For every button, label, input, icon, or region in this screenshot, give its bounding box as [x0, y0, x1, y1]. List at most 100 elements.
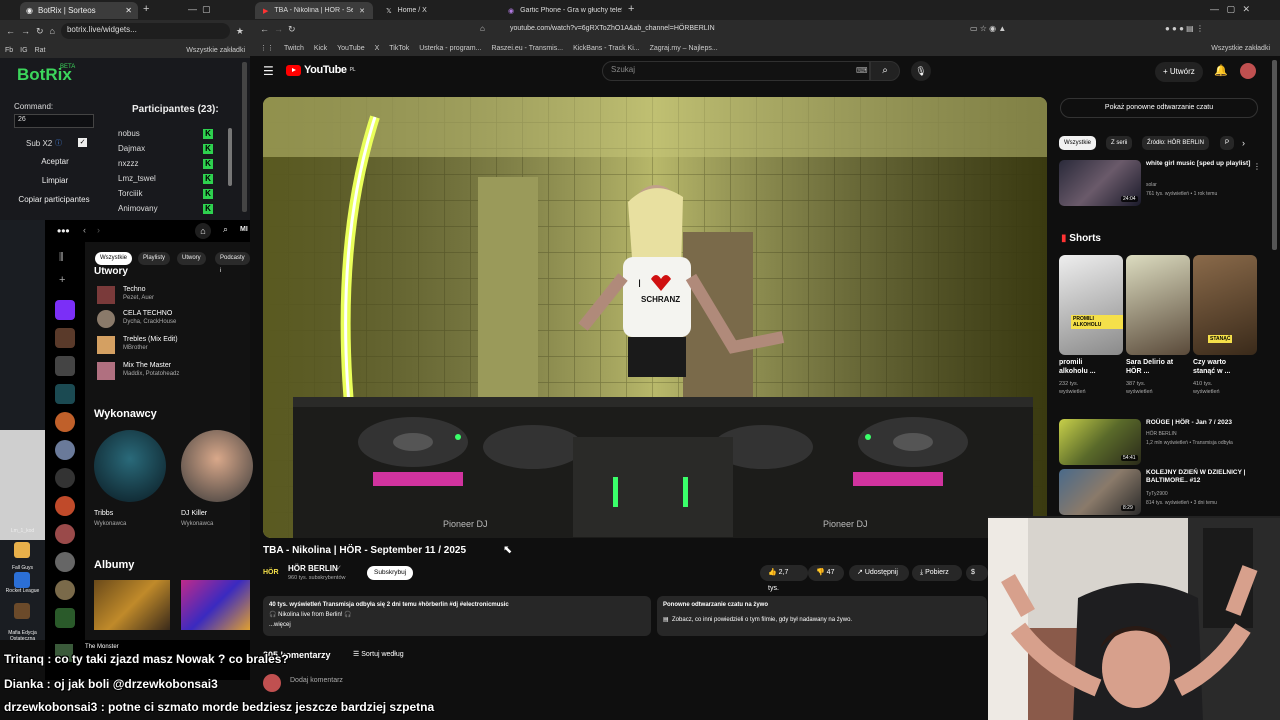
recommended-video[interactable]: 54:41 ROÜGE | HÖR - Jan 7 / 2023 HÖR BER…: [1059, 419, 1269, 467]
sub-x2-checkbox[interactable]: ✓: [78, 138, 87, 147]
forward-icon[interactable]: →: [21, 26, 30, 36]
new-tab-icon[interactable]: +: [628, 3, 634, 15]
search-button[interactable]: ⌕: [870, 61, 900, 81]
accept-button[interactable]: Aceptar: [12, 154, 98, 170]
youtube-logo[interactable]: YouTube PL: [286, 64, 356, 76]
url-field[interactable]: youtube.com/watch?v=6gRXToZhO1A&ab_chann…: [498, 23, 918, 38]
search-icon[interactable]: ⌕: [223, 224, 228, 235]
fall-guys-icon[interactable]: [14, 542, 30, 558]
short-thumbnail[interactable]: STANĄĆ: [1193, 255, 1257, 355]
close-icon[interactable]: ✕: [359, 7, 365, 15]
library-item[interactable]: [55, 440, 75, 460]
home-icon[interactable]: ⌂: [195, 223, 211, 239]
library-item[interactable]: [55, 412, 75, 432]
chip-playlists[interactable]: Playlisty: [138, 252, 171, 265]
bookmark-usterka[interactable]: Usterka - program...: [419, 45, 481, 52]
back-icon[interactable]: ←: [6, 26, 15, 36]
library-item[interactable]: [55, 608, 75, 628]
page-scrollbar[interactable]: [1272, 60, 1277, 250]
bookmark-youtube[interactable]: YouTube: [337, 45, 365, 52]
album-cover[interactable]: [94, 580, 170, 630]
tab-youtube[interactable]: ▶ TBA - Nikolina | HÖR - Septe ✕: [255, 2, 373, 19]
artist-avatar[interactable]: [94, 430, 166, 502]
back-icon[interactable]: ←: [260, 24, 269, 34]
reload-icon[interactable]: ↻: [288, 24, 296, 35]
show-more-link[interactable]: ...więcej: [269, 620, 645, 630]
thanks-button[interactable]: $: [966, 565, 988, 581]
chip-series[interactable]: Z serii: [1106, 136, 1133, 150]
command-input[interactable]: 26: [14, 114, 94, 128]
chip-source[interactable]: Źródło: HÖR BERLIN: [1142, 136, 1210, 150]
chip-all[interactable]: Wszystkie: [95, 252, 132, 265]
video-player[interactable]: I SCHRANZ Pioneer DJ Pioneer DJ: [263, 97, 1047, 538]
sort-button[interactable]: ☰ Sortuj według: [353, 650, 404, 658]
mafia-icon[interactable]: [14, 603, 30, 619]
bookmark-ig[interactable]: IG: [20, 47, 27, 54]
channel-name[interactable]: HÖR BERLIN: [288, 564, 338, 573]
bookmark-tiktok[interactable]: TikTok: [389, 45, 409, 52]
chip-songs[interactable]: Utwory: [177, 252, 206, 265]
download-button[interactable]: ⤓ Pobierz: [912, 565, 962, 581]
bookmark-page-icon[interactable]: ⌂: [480, 24, 485, 33]
copy-participants-button[interactable]: Copiar participantes: [12, 192, 96, 208]
window-controls[interactable]: — ▢ ✕: [1210, 4, 1250, 15]
rocket-league-icon[interactable]: [14, 572, 30, 588]
library-item[interactable]: [55, 552, 75, 572]
bookmark-raszei[interactable]: Raszei.eu - Transmis...: [491, 45, 563, 52]
library-item[interactable]: [55, 524, 75, 544]
chip-all[interactable]: Wszystkie: [1059, 136, 1096, 150]
close-icon[interactable]: ✕: [125, 6, 132, 15]
url-field[interactable]: botrix.live/widgets...: [60, 23, 230, 39]
window-controls[interactable]: — ▢: [188, 4, 211, 15]
participants-scrollbar[interactable]: [228, 128, 232, 186]
library-item[interactable]: [55, 580, 75, 600]
toolbar-icons[interactable]: ● ● ● ▤ ⋮: [1165, 24, 1204, 33]
short-thumbnail[interactable]: [1126, 255, 1190, 355]
more-icon[interactable]: ⋮: [1253, 162, 1261, 171]
bookmark-kick[interactable]: Kick: [314, 45, 327, 52]
artist-avatar[interactable]: [181, 430, 253, 502]
channel-logo[interactable]: HÖR: [263, 566, 283, 580]
add-icon[interactable]: +: [59, 274, 65, 286]
bookmark-all[interactable]: Wszystkie zakładki: [1211, 45, 1270, 52]
panel-scrollbar[interactable]: [242, 62, 247, 212]
bookmark-all[interactable]: Wszystkie zakładki: [186, 47, 245, 54]
recommended-video[interactable]: 24:04 white girl music [sped up playlist…: [1059, 160, 1269, 208]
mic-button[interactable]: 🎙: [911, 61, 931, 81]
album-cover[interactable]: [181, 580, 250, 630]
short-thumbnail[interactable]: PROMILI ALKOHOLU: [1059, 255, 1123, 355]
add-comment-input[interactable]: Dodaj komentarz: [290, 677, 343, 684]
avatar[interactable]: [1240, 63, 1256, 79]
forward-icon[interactable]: →: [274, 24, 283, 34]
forward-icon[interactable]: ›: [97, 225, 100, 235]
more-icon[interactable]: •••: [57, 224, 70, 238]
library-item[interactable]: [55, 384, 75, 404]
search-input[interactable]: Szukaj: [602, 61, 870, 81]
clear-button[interactable]: Limpiar: [12, 173, 98, 189]
library-item[interactable]: [55, 328, 75, 348]
share-button[interactable]: ↗ Udostępnij: [849, 565, 909, 581]
star-icon[interactable]: ★: [236, 26, 244, 37]
bookmark-zagraj[interactable]: Zagraj.my – Najleps...: [650, 45, 718, 52]
bookmark-rat[interactable]: Rat: [35, 47, 46, 54]
keyboard-icon[interactable]: ⌨: [856, 66, 868, 75]
extension-icons[interactable]: ▭ ☆ ◉ ▲: [970, 24, 1006, 33]
bookmark-fb[interactable]: Fb: [5, 47, 13, 54]
subscribe-button[interactable]: Subskrybuj: [367, 566, 414, 580]
description-box[interactable]: 40 tys. wyświetleń Transmisja odbyła się…: [263, 596, 651, 636]
bell-icon[interactable]: 🔔: [1214, 64, 1228, 77]
bookmark-x[interactable]: X: [375, 45, 380, 52]
chip-podcasts[interactable]: Podcasty i: [215, 252, 250, 274]
like-button[interactable]: 👍 2,7 tys.: [760, 565, 808, 592]
new-tab-icon[interactable]: +: [143, 3, 149, 15]
create-button[interactable]: + Utwórz: [1155, 62, 1203, 82]
apps-icon[interactable]: ⋮⋮: [260, 44, 274, 52]
reload-icon[interactable]: ↻: [36, 26, 44, 37]
chip-more[interactable]: P: [1220, 136, 1235, 150]
back-icon[interactable]: ‹: [83, 225, 86, 235]
library-icon[interactable]: ⫼: [59, 252, 64, 263]
library-item[interactable]: [55, 468, 75, 488]
show-chat-replay-button[interactable]: Pokaż ponowne odtwarzanie czatu: [1060, 98, 1258, 118]
recommended-video[interactable]: 8:29 KOLEJNY DZIEŃ W DZIELNICY | BALTIMO…: [1059, 469, 1269, 517]
library-item[interactable]: [55, 496, 75, 516]
